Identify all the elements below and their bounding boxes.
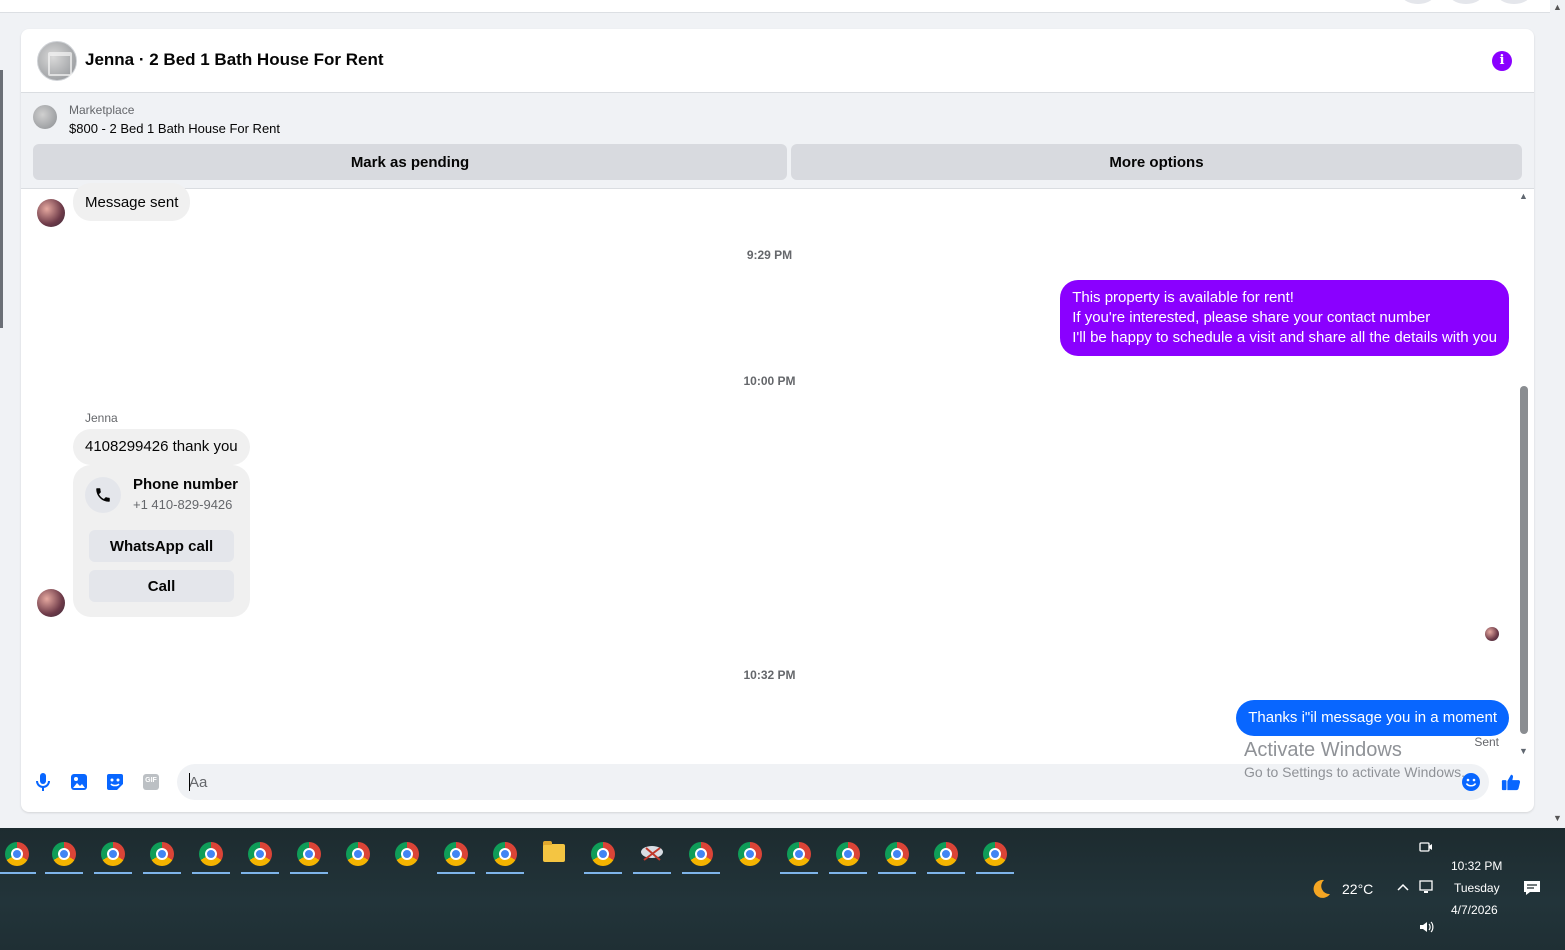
conversation-title[interactable]: Jenna · 2 Bed 1 Bath House For Rent: [85, 50, 384, 70]
message-bubble-incoming[interactable]: 4108299426 thank you: [73, 429, 250, 465]
microphone-icon[interactable]: [33, 772, 53, 792]
call-button[interactable]: Call: [89, 570, 234, 602]
message-timestamp: 10:00 PM: [743, 374, 796, 388]
chrome-icon[interactable]: [393, 840, 421, 868]
chrome-profile-icon[interactable]: [290, 840, 328, 874]
mark-as-pending-button[interactable]: Mark as pending: [33, 144, 787, 180]
clock-time[interactable]: 10:32 PM: [1451, 859, 1502, 873]
message-list[interactable]: Message sent 9:29 PM This property is av…: [21, 183, 1534, 756]
clock-day[interactable]: Tuesday: [1454, 881, 1500, 895]
chrome-profile-icon[interactable]: [486, 840, 524, 874]
message-line: I'll be happy to schedule a visit and sh…: [1072, 329, 1497, 346]
scroll-down-icon[interactable]: ▼: [1553, 813, 1562, 823]
read-receipt-avatar: [1485, 627, 1499, 641]
page-scrollbar[interactable]: ▲ ▼: [1550, 0, 1565, 828]
chrome-profile-icon[interactable]: [0, 840, 36, 874]
chrome-profile-icon[interactable]: [437, 840, 475, 874]
chrome-profile-icon[interactable]: [584, 840, 622, 874]
chrome-profile-icon[interactable]: [143, 840, 181, 874]
chrome-profile-icon[interactable]: [976, 840, 1014, 874]
info-icon[interactable]: i: [1492, 51, 1512, 71]
chrome-profile-icon[interactable]: [829, 840, 867, 874]
chrome-profile-icon[interactable]: [878, 840, 916, 874]
gif-label: GIF: [145, 777, 157, 784]
contact-avatar[interactable]: [37, 199, 65, 227]
chat-scrollbar[interactable]: ▲ ▼: [1519, 191, 1529, 756]
top-circle-button[interactable]: [1400, 0, 1436, 4]
sender-name: Jenna: [85, 411, 118, 425]
chevron-up-icon[interactable]: [1396, 880, 1410, 896]
more-options-button[interactable]: More options: [791, 144, 1522, 180]
message-bubble-outgoing[interactable]: This property is available for rent! If …: [1060, 280, 1509, 356]
weather-temperature[interactable]: 22°C: [1342, 881, 1373, 897]
listing-source: Marketplace: [69, 103, 135, 117]
chrome-icon[interactable]: [736, 840, 764, 868]
network-icon[interactable]: [1419, 880, 1435, 897]
chrome-profile-icon[interactable]: [780, 840, 818, 874]
chrome-profile-icon[interactable]: [344, 840, 372, 868]
chrome-profile-icon[interactable]: [94, 840, 132, 874]
message-composer: GIF: [21, 752, 1534, 812]
message-bubble-outgoing[interactable]: Thanks i"il message you in a moment: [1236, 700, 1509, 736]
conversation-panel: Jenna · 2 Bed 1 Bath House For Rent i Ma…: [21, 29, 1534, 812]
message-line: This property is available for rent!: [1072, 289, 1294, 306]
sticker-icon[interactable]: [105, 772, 125, 792]
marketplace-listing-banner: Marketplace $800 - 2 Bed 1 Bath House Fo…: [21, 93, 1534, 189]
contact-avatar[interactable]: [37, 589, 65, 617]
top-circle-button[interactable]: [1496, 0, 1532, 4]
scrollbar-thumb[interactable]: [1520, 386, 1528, 734]
phone-card-title: Phone number: [133, 476, 239, 493]
file-explorer-icon[interactable]: [540, 840, 568, 868]
chrome-profile-icon[interactable]: [45, 840, 83, 874]
top-circle-button[interactable]: [1448, 0, 1484, 4]
volume-icon[interactable]: [1418, 920, 1434, 937]
meet-now-icon[interactable]: [1419, 840, 1433, 857]
chrome-profile-icon[interactable]: [927, 840, 965, 874]
conversation-header: Jenna · 2 Bed 1 Bath House For Rent i: [21, 29, 1534, 93]
phone-number-card: Phone number +1 410-829-9426 WhatsApp ca…: [73, 465, 250, 617]
clock-date[interactable]: 4/7/2026: [1451, 903, 1498, 917]
chrome-profile-icon[interactable]: [192, 840, 230, 874]
image-icon[interactable]: [69, 772, 89, 792]
browser-top-bar: [0, 0, 1550, 13]
listing-title[interactable]: $800 - 2 Bed 1 Bath House For Rent: [69, 121, 280, 136]
moon-weather-icon[interactable]: [1310, 878, 1332, 903]
message-timestamp: 9:29 PM: [746, 248, 793, 262]
whatsapp-call-button[interactable]: WhatsApp call: [89, 530, 234, 562]
message-bubble-incoming[interactable]: Message sent: [73, 183, 191, 221]
text-caret: [189, 773, 190, 791]
message-status: Sent: [1474, 735, 1499, 749]
snipping-tool-icon[interactable]: [633, 840, 671, 874]
message-timestamp: 10:32 PM: [743, 668, 796, 682]
message-line: If you're interested, please share your …: [1072, 309, 1431, 326]
phone-icon: [85, 477, 121, 513]
listing-avatar[interactable]: [37, 41, 77, 81]
notifications-icon[interactable]: [1523, 880, 1541, 899]
gif-icon[interactable]: GIF: [141, 772, 161, 792]
phone-card-number: +1 410-829-9426: [133, 497, 233, 512]
windows-taskbar: 22°C 10:32 PM Tuesday 4/7/2026: [0, 828, 1565, 950]
scroll-up-icon[interactable]: ▲: [1553, 2, 1562, 12]
chrome-profile-icon[interactable]: [241, 840, 279, 874]
emoji-icon[interactable]: [1461, 772, 1481, 792]
listing-thumbnail[interactable]: [33, 105, 57, 129]
chrome-profile-icon[interactable]: [682, 840, 720, 874]
message-input[interactable]: [177, 764, 1489, 800]
scroll-up-icon[interactable]: ▲: [1519, 191, 1528, 201]
left-edge-bar: [0, 70, 3, 328]
thumbs-up-icon[interactable]: [1501, 772, 1521, 792]
